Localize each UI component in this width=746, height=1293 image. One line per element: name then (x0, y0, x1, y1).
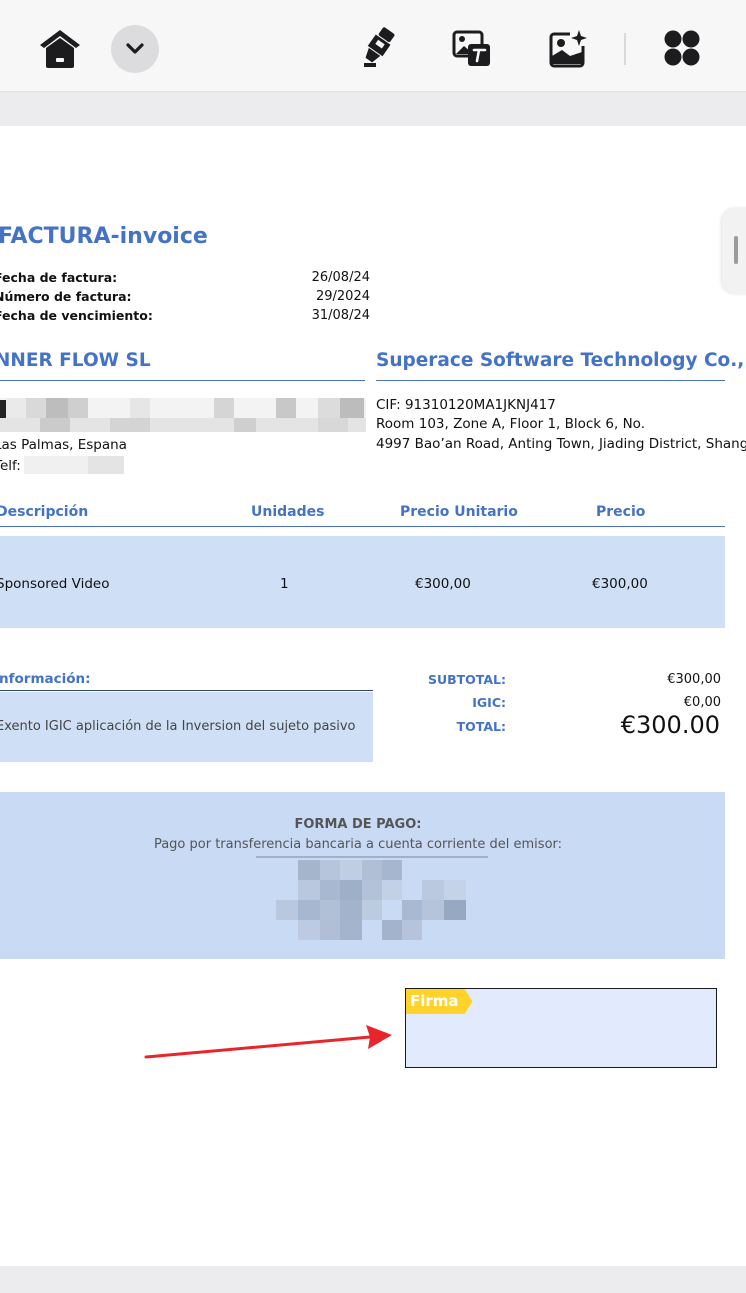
chevron-down-icon (126, 43, 144, 54)
payment-text: Pago por transferencia bancaria a cuenta… (153, 837, 563, 852)
ai-image-icon (549, 30, 588, 68)
subtotal-label: SUBTOTAL: (427, 672, 506, 687)
document-page: FACTURA-invoice Fecha de factura: 26/08/… (0, 126, 746, 1266)
scroll-handle[interactable] (722, 208, 746, 294)
info-label: Información: (0, 671, 91, 687)
invoice-number-value: 29/2024 (315, 289, 370, 304)
table-header-divider (0, 526, 725, 527)
more-menu-button[interactable] (111, 25, 159, 73)
redacted-bank-details (256, 854, 488, 946)
due-date-label: Fecha de vencimiento: (0, 308, 153, 323)
home-button[interactable] (34, 22, 86, 74)
issuer-name: INNER FLOW SL (0, 350, 151, 371)
col-header-units: Unidades (251, 504, 325, 520)
invoice-title: FACTURA-invoice (0, 224, 208, 249)
row-price: €300,00 (592, 576, 648, 592)
invoice-date-value: 26/08/24 (311, 270, 370, 285)
client-cif: CIF: 91310120MA1JKNJ417 (376, 397, 556, 413)
ai-image-button[interactable] (542, 22, 594, 74)
signature-field[interactable]: Firma (405, 988, 717, 1068)
issuer-divider (0, 380, 365, 381)
invoice-date-label: Fecha de factura: (0, 270, 118, 285)
toolbar-divider (624, 33, 626, 65)
image-to-text-button[interactable] (446, 22, 498, 74)
client-name: Superace Software Technology Co., L (376, 350, 746, 371)
top-toolbar (0, 0, 746, 92)
home-icon (40, 30, 80, 68)
igic-label: IGIC: (472, 695, 506, 710)
highlighter-icon (364, 27, 395, 67)
payment-heading: FORMA DE PAGO: (294, 817, 422, 832)
client-divider (376, 380, 725, 381)
signature-tag: Firma (406, 989, 473, 1014)
invoice-number-label: Número de factura: (0, 289, 132, 304)
due-date-value: 31/08/24 (311, 308, 370, 323)
issuer-phone-label: Telf: (0, 458, 21, 474)
info-divider (0, 690, 373, 691)
total-value: €300.00 (620, 711, 720, 739)
col-header-description: Descripción (0, 504, 89, 520)
apps-grid-icon (664, 30, 700, 66)
igic-value: €0,00 (683, 695, 721, 710)
issuer-city: Las Palmas, Espana (0, 437, 127, 453)
row-units: 1 (280, 576, 289, 592)
total-label: TOTAL: (456, 719, 506, 734)
row-unit-price: €300,00 (415, 576, 471, 592)
highlight-button[interactable] (352, 22, 404, 74)
apps-button[interactable] (656, 22, 708, 74)
client-address-line2: 4997 Bao’an Road, Anting Town, Jiading D… (376, 436, 746, 452)
red-arrow-annotation (144, 1025, 392, 1059)
image-text-icon (452, 30, 490, 66)
subtotal-value: €300,00 (667, 672, 721, 687)
client-address-line1: Room 103, Zone A, Floor 1, Block 6, No. (376, 416, 645, 432)
row-description: Sponsored Video (0, 576, 110, 592)
info-text: Exento IGIC aplicación de la Inversion d… (0, 719, 356, 734)
redacted-address (0, 390, 366, 434)
col-header-unit-price: Precio Unitario (400, 504, 518, 520)
redacted-phone (24, 456, 124, 474)
col-header-price: Precio (596, 504, 646, 520)
